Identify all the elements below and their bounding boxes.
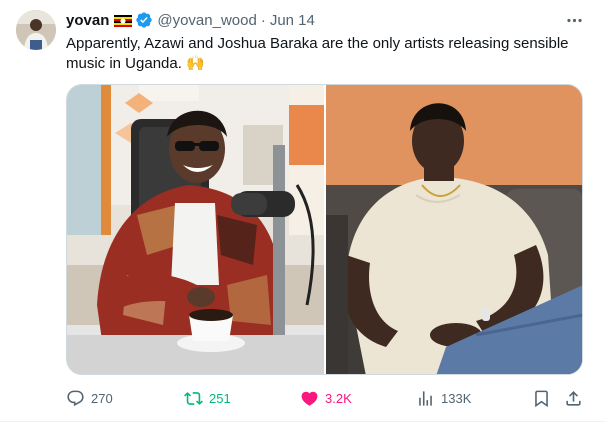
verified-badge-icon[interactable] [135, 11, 153, 29]
repost-button[interactable]: 251 [184, 386, 231, 410]
bookmark-button[interactable] [532, 386, 551, 410]
like-count: 3.2K [325, 390, 352, 406]
photo-right[interactable] [326, 85, 582, 374]
tweet-timestamp[interactable]: Jun 14 [270, 12, 315, 29]
reply-button[interactable]: 270 [66, 386, 113, 410]
bookmark-icon [535, 390, 548, 407]
uganda-flag-icon [114, 14, 133, 27]
author-name[interactable]: yovan [66, 12, 109, 29]
views-button[interactable]: 133K [416, 386, 471, 410]
views-count: 133K [441, 390, 472, 406]
repost-count: 251 [209, 390, 231, 406]
tweet[interactable]: yovan @yovan_wood · Jun 14 Apparently, A… [0, 0, 606, 422]
tweet-text: Apparently, Azawi and Joshua Baraka are … [66, 35, 569, 72]
reply-count: 270 [91, 390, 113, 406]
analytics-icon [419, 390, 432, 406]
author-handle[interactable]: @yovan_wood [157, 12, 256, 29]
repost-icon [184, 391, 203, 405]
avatar[interactable] [16, 10, 56, 50]
share-icon [566, 390, 581, 406]
heart-icon [301, 391, 318, 406]
tweet-actions: 270 251 3.2K 133K [66, 386, 586, 410]
separator-dot: · [260, 11, 266, 29]
tweet-media[interactable] [66, 84, 583, 375]
like-button[interactable]: 3.2K [300, 386, 352, 410]
reply-icon [67, 390, 84, 406]
tweet-header: yovan @yovan_wood · Jun 14 [66, 10, 315, 30]
more-icon[interactable] [562, 8, 586, 32]
photo-left[interactable] [67, 85, 324, 374]
share-button[interactable] [564, 386, 583, 410]
